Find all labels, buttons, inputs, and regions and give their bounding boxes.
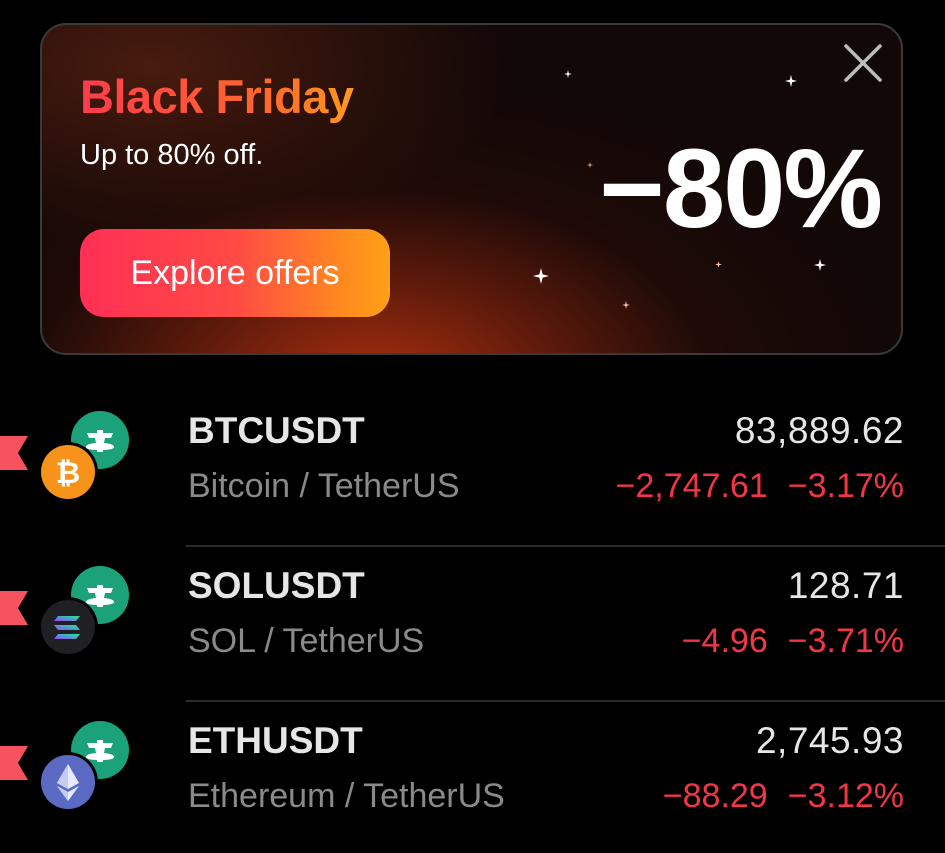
ticker-price: 83,889.62 — [734, 410, 904, 451]
ticker-change-pct: −3.17% — [787, 467, 904, 505]
close-icon[interactable] — [841, 41, 885, 85]
ticker-change: −4.96 −3.71% — [682, 622, 904, 661]
ethereum-icon — [38, 752, 98, 812]
pair-icon — [38, 720, 130, 812]
ticker-change: −2,747.61 −3.17% — [616, 467, 904, 506]
ticker-price: 2,745.93 — [755, 720, 904, 761]
svg-text:₿: ₿ — [56, 457, 80, 490]
ticker-row-btcusdt[interactable]: ₿ BTCUSDT Bitcoin / TetherUS 83,889.62 −… — [0, 392, 945, 547]
pair-icon — [38, 565, 130, 657]
sparkle-icon — [715, 261, 722, 268]
explore-offers-button[interactable]: Explore offers — [80, 229, 390, 317]
ticker-pair-name: SOL / TetherUS — [188, 622, 425, 660]
flag-icon[interactable] — [0, 746, 28, 780]
sparkle-icon — [785, 75, 797, 87]
bitcoin-icon: ₿ — [38, 442, 98, 502]
ticker-change: −88.29 −3.12% — [663, 777, 904, 816]
ticker-change-abs: −88.29 — [662, 777, 768, 815]
discount-label: −80% — [599, 126, 883, 251]
flag-icon[interactable] — [0, 591, 28, 625]
sparkle-icon — [587, 162, 593, 168]
banner-subtitle: Up to 80% off. — [80, 139, 264, 171]
ticker-symbol: BTCUSDT — [188, 410, 365, 451]
ticker-list: ₿ BTCUSDT Bitcoin / TetherUS 83,889.62 −… — [0, 392, 945, 853]
ticker-pair-name: Bitcoin / TetherUS — [188, 467, 460, 505]
ticker-pair-name: Ethereum / TetherUS — [188, 777, 505, 815]
ticker-price: 128.71 — [787, 565, 904, 606]
app-screen: Black Friday Up to 80% off. Explore offe… — [0, 0, 945, 853]
promo-banner[interactable]: Black Friday Up to 80% off. Explore offe… — [40, 23, 903, 355]
ticker-symbol: ETHUSDT — [188, 720, 363, 761]
ticker-change-pct: −3.12% — [787, 777, 904, 815]
banner-title: Black Friday — [80, 70, 354, 123]
sparkle-icon — [533, 268, 549, 284]
ticker-row-ethusdt[interactable]: ETHUSDT Ethereum / TetherUS 2,745.93 −88… — [0, 702, 945, 853]
ticker-change-abs: −2,747.61 — [615, 467, 768, 505]
flag-icon[interactable] — [0, 436, 28, 470]
sparkle-icon — [814, 259, 826, 271]
ticker-change-pct: −3.71% — [787, 622, 904, 660]
sparkle-icon — [564, 70, 572, 78]
ticker-change-abs: −4.96 — [681, 622, 768, 660]
ticker-symbol: SOLUSDT — [188, 565, 365, 606]
pair-icon: ₿ — [38, 410, 130, 502]
sparkle-icon — [622, 301, 630, 309]
solana-icon — [38, 597, 98, 657]
ticker-row-solusdt[interactable]: SOLUSDT SOL / TetherUS 128.71 −4.96 −3.7… — [0, 547, 945, 702]
